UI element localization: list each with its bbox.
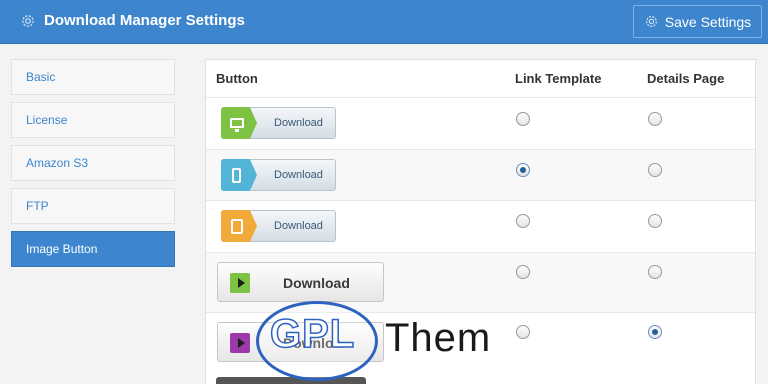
column-header-details-page: Details Page — [647, 71, 725, 86]
sidebar-item-label: FTP — [26, 199, 49, 213]
monitor-icon — [221, 107, 257, 139]
sidebar-item-amazon-s3[interactable]: Amazon S3 — [11, 145, 175, 181]
download-button-preview: Download — [221, 107, 336, 139]
download-button-preview: Download — [221, 210, 336, 242]
gear-icon — [22, 14, 34, 27]
details-page-radio[interactable] — [648, 214, 662, 228]
column-header-link-template: Link Template — [515, 71, 602, 86]
sidebar-item-basic[interactable]: Basic — [11, 59, 175, 95]
phone-icon — [221, 159, 257, 191]
sidebar-item-label: Amazon S3 — [26, 156, 89, 170]
table-row: Download — [206, 252, 755, 312]
button-label: Download — [283, 275, 350, 291]
details-page-radio[interactable] — [648, 112, 662, 126]
gear-icon — [645, 16, 657, 27]
link-template-radio[interactable] — [516, 214, 530, 228]
button-label: Download — [274, 117, 323, 129]
details-page-radio[interactable] — [648, 325, 662, 339]
sidebar-item-label: Basic — [26, 70, 56, 84]
watermark-text-them: Them — [385, 316, 492, 360]
link-template-radio[interactable] — [516, 265, 530, 279]
watermark-text-gpl: GPL — [269, 311, 356, 357]
download-button-preview — [216, 377, 366, 384]
table-row: Download — [206, 200, 755, 252]
top-bar: Download Manager Settings Save Settings — [0, 0, 768, 44]
link-template-radio[interactable] — [516, 163, 530, 177]
page-title: Download Manager Settings — [20, 12, 245, 29]
save-settings-label: Save Settings — [664, 13, 752, 30]
column-header-button: Button — [216, 71, 258, 86]
download-button-preview: Download — [217, 262, 384, 302]
details-page-radio[interactable] — [648, 163, 662, 177]
sidebar-item-ftp[interactable]: FTP — [11, 188, 175, 224]
page-title-text: Download Manager Settings — [44, 12, 245, 29]
play-icon — [230, 273, 250, 293]
play-icon — [230, 333, 250, 353]
details-page-radio[interactable] — [648, 265, 662, 279]
sidebar-item-image-button[interactable]: Image Button — [11, 231, 175, 267]
sidebar-item-label: Image Button — [26, 242, 98, 256]
download-button-preview: Download — [221, 159, 336, 191]
button-label: Download — [274, 220, 323, 232]
link-template-radio[interactable] — [516, 325, 530, 339]
link-template-radio[interactable] — [516, 112, 530, 126]
table-row: Download — [206, 97, 755, 149]
button-label: Download — [274, 169, 323, 181]
sidebar-item-label: License — [26, 113, 68, 127]
save-settings-button[interactable]: Save Settings — [633, 5, 762, 38]
sidebar-item-license[interactable]: License — [11, 102, 175, 138]
tablet-icon — [221, 210, 257, 242]
table-row: Download — [206, 149, 755, 200]
